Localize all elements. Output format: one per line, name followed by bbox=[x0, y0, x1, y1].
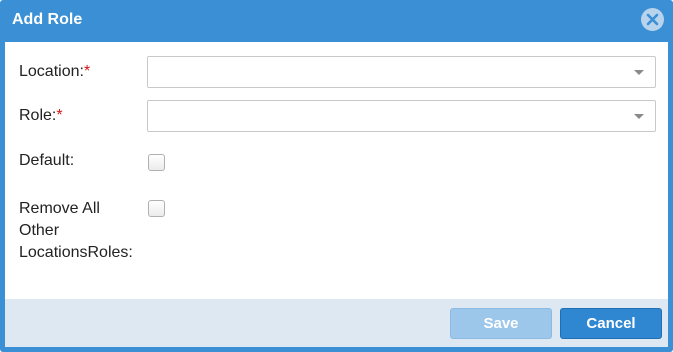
role-label-text: Role: bbox=[19, 107, 57, 124]
remove-all-label-line2: Other bbox=[19, 222, 60, 239]
remove-all-label-line3: LocationsRoles: bbox=[19, 244, 133, 261]
required-marker: * bbox=[56, 107, 63, 124]
dialog-footer: Save Cancel bbox=[5, 299, 668, 347]
chevron-down-icon[interactable] bbox=[634, 114, 644, 119]
location-select[interactable] bbox=[147, 56, 656, 88]
default-checkbox[interactable] bbox=[148, 154, 165, 171]
remove-all-checkbox[interactable] bbox=[148, 200, 165, 217]
default-label: Default: bbox=[19, 152, 75, 169]
close-icon bbox=[646, 13, 659, 26]
location-label-text: Location: bbox=[19, 63, 84, 80]
dialog-titlebar: Add Role bbox=[0, 0, 673, 40]
dialog-title: Add Role bbox=[12, 11, 83, 28]
role-label: Role:* bbox=[19, 105, 63, 127]
location-label: Location:* bbox=[19, 61, 90, 83]
save-button[interactable]: Save bbox=[450, 308, 552, 339]
dialog-body: Location:* Role:* Default: Remove All Ot… bbox=[5, 42, 668, 299]
remove-all-label: Remove All Other LocationsRoles: bbox=[19, 198, 133, 264]
close-button[interactable] bbox=[641, 8, 664, 31]
cancel-button[interactable]: Cancel bbox=[560, 308, 662, 339]
chevron-down-icon[interactable] bbox=[634, 70, 644, 75]
required-marker: * bbox=[83, 63, 91, 80]
remove-all-label-line1: Remove All bbox=[19, 200, 100, 217]
add-role-dialog: Add Role Location:* Role:* Default: Remo… bbox=[0, 0, 673, 352]
role-select[interactable] bbox=[147, 100, 656, 132]
